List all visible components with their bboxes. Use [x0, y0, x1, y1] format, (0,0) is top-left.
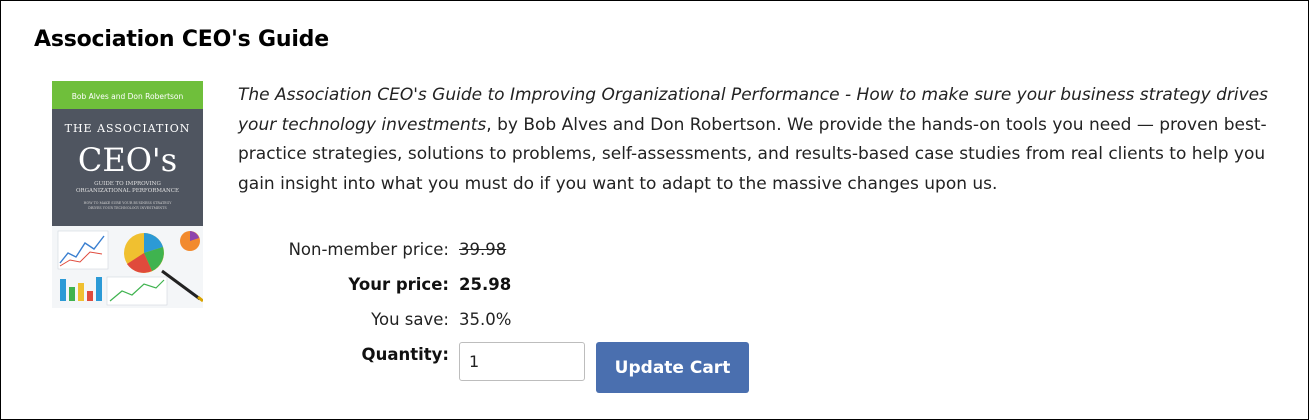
- your-price-label: Your price:: [348, 275, 449, 294]
- cover-line3: GUIDE TO IMPROVING: [94, 181, 161, 187]
- update-cart-button[interactable]: Update Cart: [596, 342, 749, 393]
- cover-line6: DRIVES YOUR TECHNOLOGY INVESTMENTS: [88, 206, 167, 210]
- product-description: The Association CEO's Guide to Improving…: [238, 81, 1278, 199]
- nonmember-price-row: Non-member price: 39.98: [0, 240, 1309, 270]
- cover-line5: HOW TO MAKE SURE YOUR BUSINESS STRATEGY: [84, 201, 173, 205]
- your-price-value: 25.98: [459, 275, 512, 294]
- quantity-label: Quantity:: [361, 345, 449, 364]
- your-price-row: Your price: 25.98: [0, 275, 1309, 305]
- you-save-value: 35.0%: [459, 310, 512, 329]
- cover-line1: THE ASSOCIATION: [65, 122, 191, 135]
- book-cover-image: Bob Alves and Don Robertson THE ASSOCIAT…: [52, 81, 203, 308]
- you-save-row: You save: 35.0%: [0, 310, 1309, 340]
- nonmember-price-value: 39.98: [459, 240, 507, 259]
- cover-line2: CEO's: [78, 141, 177, 179]
- nonmember-price-label: Non-member price:: [288, 240, 449, 259]
- page-title: Association CEO's Guide: [34, 27, 329, 52]
- you-save-label: You save:: [371, 310, 449, 329]
- cover-authors: Bob Alves and Don Robertson: [72, 92, 184, 101]
- quantity-input[interactable]: [459, 342, 585, 381]
- cover-line4: ORGANIZATIONAL PERFORMANCE: [76, 188, 179, 194]
